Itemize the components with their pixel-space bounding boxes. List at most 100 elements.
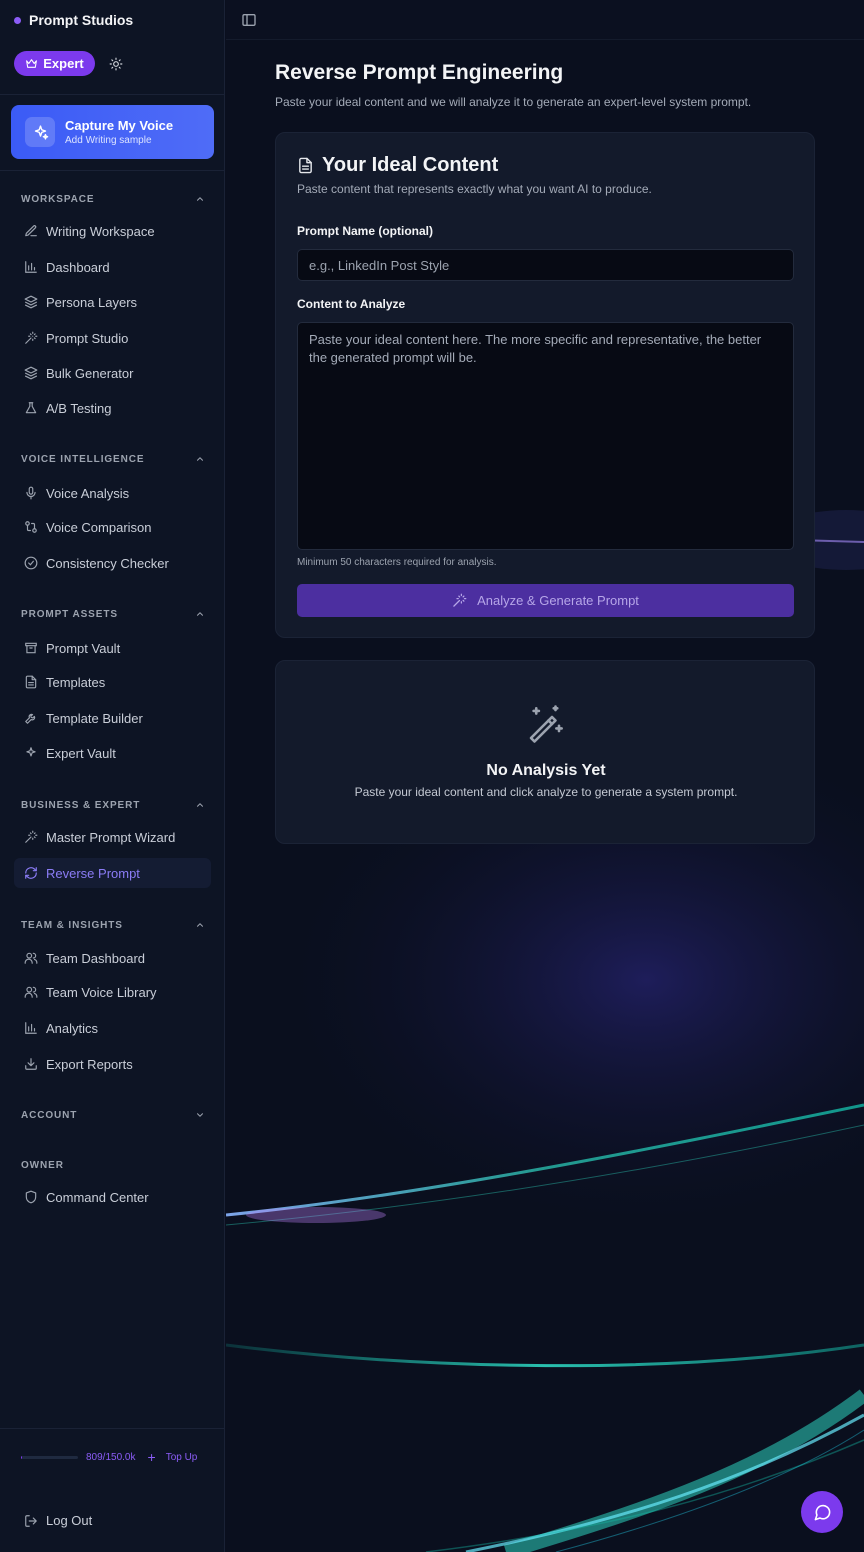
chat-button[interactable]: [801, 1491, 843, 1533]
sidebar-item-label: Consistency Checker: [46, 555, 169, 571]
sidebar-item-ab-testing[interactable]: A/B Testing: [14, 393, 211, 423]
sidebar-item-label: Team Voice Library: [46, 984, 157, 1000]
section-voice-intelligence-header[interactable]: VOICE INTELLIGENCE: [21, 452, 205, 466]
card-header: Your Ideal Content: [297, 154, 498, 177]
sidebar-toggle-icon[interactable]: [241, 12, 257, 28]
credit-progress-fill: [21, 1455, 22, 1459]
plan-row: Expert: [14, 51, 123, 76]
sidebar-divider: [0, 170, 225, 171]
chevron-up-icon: [195, 920, 205, 930]
sidebar-item-label: Voice Analysis: [46, 485, 130, 501]
sidebar-item-master-prompt-wizard[interactable]: Master Prompt Wizard: [14, 822, 211, 852]
analyze-button-label: Analyze & Generate Prompt: [477, 593, 639, 608]
sidebar-item-persona-layers[interactable]: Persona Layers: [14, 287, 211, 317]
section-title: BUSINESS & EXPERT: [21, 799, 141, 811]
analysis-empty-state: No Analysis Yet Paste your ideal content…: [275, 660, 815, 844]
download-icon: [24, 1057, 38, 1071]
sidebar-item-label: Dashboard: [46, 259, 110, 275]
section-title: PROMPT ASSETS: [21, 608, 118, 620]
sidebar-item-template-builder[interactable]: Template Builder: [14, 703, 211, 733]
empty-state-subtitle: Paste your ideal content and click analy…: [354, 785, 738, 799]
layers-icon: [24, 366, 38, 380]
top-up-button[interactable]: + Top Up: [148, 1449, 198, 1465]
chevron-down-icon: [195, 1110, 205, 1120]
plan-label: Expert: [43, 56, 84, 71]
section-owner-header: OWNER: [21, 1158, 205, 1172]
users-icon: [24, 951, 38, 965]
sidebar-item-prompt-vault[interactable]: Prompt Vault: [14, 633, 211, 663]
credit-count: 809/150.0k: [86, 1451, 136, 1463]
sidebar-item-expert-vault[interactable]: Expert Vault: [14, 738, 211, 768]
sidebar-item-label: Master Prompt Wizard: [46, 829, 176, 845]
top-bar: [226, 0, 864, 40]
sidebar-item-analytics[interactable]: Analytics: [14, 1013, 211, 1043]
min-characters-hint: Minimum 50 characters required for analy…: [297, 557, 497, 568]
credits-meter: 809/150.0k + Top Up: [21, 1449, 221, 1465]
section-business-expert-header[interactable]: BUSINESS & EXPERT: [21, 798, 205, 812]
sidebar: Prompt Studios Expert Capture My Voice A…: [0, 0, 225, 1552]
log-out-button[interactable]: Log Out: [24, 1513, 92, 1528]
sidebar-item-label: Bulk Generator: [46, 365, 134, 381]
layers-icon: [24, 295, 38, 309]
sidebar-item-templates[interactable]: Templates: [14, 667, 211, 697]
sidebar-item-team-voice-library[interactable]: Team Voice Library: [14, 977, 211, 1007]
log-out-icon: [25, 1514, 37, 1527]
wrench-icon: [24, 711, 38, 725]
sidebar-item-bulk-generator[interactable]: Bulk Generator: [14, 358, 211, 388]
git-compare-icon: [24, 520, 38, 534]
sidebar-item-label: Analytics: [46, 1020, 99, 1036]
brand[interactable]: Prompt Studios: [14, 12, 133, 28]
main-content: Reverse Prompt Engineering Paste your id…: [226, 0, 864, 1552]
empty-state-title: No Analysis Yet: [486, 762, 606, 779]
sidebar-item-label: Prompt Vault: [46, 640, 121, 656]
capture-text: Capture My Voice Add Writing sample: [65, 118, 173, 146]
prompt-name-input[interactable]: [297, 249, 794, 281]
capture-voice-button[interactable]: Capture My Voice Add Writing sample: [11, 105, 214, 159]
sidebar-item-label: Persona Layers: [46, 294, 138, 310]
file-text-icon: [299, 157, 312, 174]
sidebar-item-voice-comparison[interactable]: Voice Comparison: [14, 512, 211, 542]
expert-plan-button[interactable]: Expert: [14, 51, 95, 76]
chevron-up-icon: [195, 609, 205, 619]
sparkles-icon: [25, 117, 55, 147]
refresh-icon: [24, 866, 38, 880]
sidebar-divider: [0, 1428, 225, 1429]
section-workspace-header[interactable]: WORKSPACE: [21, 192, 205, 206]
magic-wand-icon: [24, 830, 38, 844]
sidebar-item-export-reports[interactable]: Export Reports: [14, 1049, 211, 1079]
sidebar-item-dashboard[interactable]: Dashboard: [14, 252, 211, 282]
magic-wand-icon: [24, 331, 38, 345]
sun-icon[interactable]: [109, 57, 123, 71]
sidebar-item-label: Templates: [46, 674, 106, 690]
section-team-insights-header[interactable]: TEAM & INSIGHTS: [21, 918, 205, 932]
section-account-header[interactable]: ACCOUNT: [21, 1108, 205, 1122]
users-icon: [24, 985, 38, 999]
sidebar-item-reverse-prompt[interactable]: Reverse Prompt: [14, 858, 211, 888]
check-circle-icon: [24, 556, 38, 570]
sparkles-icon: [24, 746, 38, 760]
crown-icon: [26, 59, 38, 68]
plus-icon: +: [147, 1449, 156, 1465]
sidebar-divider: [0, 94, 225, 95]
content-textarea[interactable]: [297, 322, 794, 550]
sidebar-item-label: Expert Vault: [46, 745, 116, 761]
bar-chart-icon: [24, 260, 38, 274]
sidebar-item-label: Voice Comparison: [46, 519, 152, 535]
sidebar-item-label: Team Dashboard: [46, 950, 145, 966]
chevron-up-icon: [195, 800, 205, 810]
analyze-generate-button[interactable]: Analyze & Generate Prompt: [297, 584, 794, 617]
section-prompt-assets-header[interactable]: PROMPT ASSETS: [21, 607, 205, 621]
prompt-name-label: Prompt Name (optional): [297, 224, 434, 238]
shield-icon: [24, 1190, 38, 1204]
sidebar-item-prompt-studio[interactable]: Prompt Studio: [14, 323, 211, 353]
magic-wand-icon: [529, 705, 563, 743]
log-out-label: Log Out: [46, 1513, 93, 1528]
card-title: Your Ideal Content: [322, 154, 499, 176]
sidebar-item-label: Template Builder: [46, 710, 143, 726]
sidebar-item-consistency-checker[interactable]: Consistency Checker: [14, 548, 211, 578]
sidebar-item-team-dashboard[interactable]: Team Dashboard: [14, 943, 211, 973]
top-up-label: Top Up: [165, 1451, 198, 1463]
sidebar-item-writing-workspace[interactable]: Writing Workspace: [14, 216, 211, 246]
sidebar-item-command-center[interactable]: Command Center: [14, 1182, 211, 1212]
sidebar-item-voice-analysis[interactable]: Voice Analysis: [14, 478, 211, 508]
